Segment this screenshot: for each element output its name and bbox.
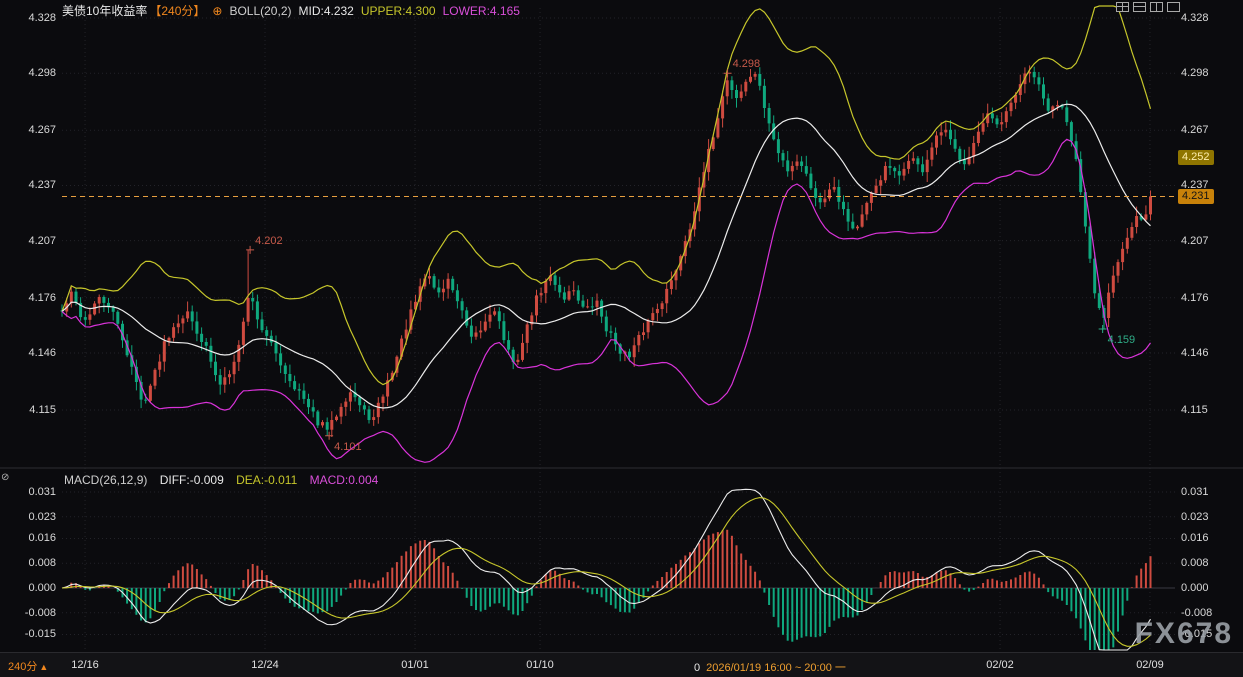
crosshair-time-text: 2026/01/19 16:00 ~ 20:00 一 [706, 662, 846, 674]
macd-histogram [62, 530, 1151, 650]
horizontal-split-icon[interactable] [1133, 2, 1146, 12]
axis-label: -0.015 [2, 628, 56, 640]
watermark: FX678 [1135, 617, 1233, 651]
axis-label: 0.016 [2, 532, 56, 544]
swing-annotation: 4.298 [733, 58, 761, 70]
axis-label: 0.008 [2, 557, 56, 569]
axis-label: 4.176 [2, 292, 56, 304]
axis-label: 0.031 [2, 486, 56, 498]
macd-indicator-name: MACD(26,12,9) [64, 473, 147, 487]
macd-diff-value: DIFF:-0.009 [160, 473, 224, 487]
reference-price-badge: 4.252 [1178, 150, 1214, 165]
macd-legend: MACD(26,12,9) DIFF:-0.009 DEA:-0.011 MAC… [64, 473, 387, 487]
boll-indicator-name: BOLL(20,2) [229, 4, 291, 18]
x-axis-tick: 02/02 [986, 659, 1014, 671]
crosshair-prefix: 0 [694, 662, 700, 674]
axis-label: 4.298 [2, 67, 56, 79]
chart-legend: 美债10年收益率 【240分】 ⊕ BOLL(20,2) MID:4.232 U… [62, 2, 527, 19]
expand-icon[interactable]: ⊕ [212, 4, 222, 18]
swing-annotation: 4.101 [334, 441, 362, 453]
x-axis-tick: 01/10 [526, 659, 554, 671]
instrument-title: 美债10年收益率 [62, 2, 147, 19]
x-axis-tick: 12/24 [251, 659, 279, 671]
chart-canvas[interactable]: 4.202 4.101 4.298 4.159 [0, 0, 1243, 677]
candles [61, 65, 1153, 437]
gridlines [0, 8, 1243, 650]
axis-label: 0.016 [1181, 532, 1239, 544]
x-axis-tick: 02/09 [1136, 659, 1164, 671]
axis-label: 0.023 [2, 511, 56, 523]
axis-label: 0.008 [1181, 557, 1239, 569]
axis-label: 4.267 [2, 124, 56, 136]
axis-label: 4.115 [2, 404, 56, 416]
swing-annotation: 4.202 [255, 235, 283, 247]
single-pane-icon[interactable] [1167, 2, 1180, 12]
axis-label: 4.207 [1181, 235, 1239, 247]
axis-label: 4.298 [1181, 67, 1239, 79]
indicator-lines [62, 6, 1175, 650]
axis-label: 4.328 [1181, 12, 1239, 24]
x-axis-tick: 12/16 [71, 659, 99, 671]
axis-label: -0.008 [2, 607, 56, 619]
axis-label: 4.146 [1181, 347, 1239, 359]
time-axis-bar: 240分▲ 12/16 12/24 01/01 01/10 02/02 02/09 0 20… [0, 652, 1243, 677]
macd-macd-value: MACD:0.004 [310, 473, 379, 487]
axis-label: 0.000 [1181, 582, 1239, 594]
vertical-split-icon[interactable] [1150, 2, 1163, 12]
pane-divider-icon[interactable]: ⊘ [1, 472, 9, 483]
axis-label: 0.000 [2, 582, 56, 594]
macd-dea-value: DEA:-0.011 [236, 473, 297, 487]
boll-upper-value: UPPER:4.300 [361, 4, 436, 18]
crosshair-time-label: 0 2026/01/19 16:00 ~ 20:00 一 [694, 659, 846, 675]
chart-window: 4.202 4.101 4.298 4.159 美债10年收益率 【240分】 ⊕ B… [0, 0, 1243, 677]
x-axis-tick: 01/01 [401, 659, 429, 671]
axis-label: 4.267 [1181, 124, 1239, 136]
axis-label: 4.176 [1181, 292, 1239, 304]
axis-label: 0.031 [1181, 486, 1239, 498]
boll-mid-value: MID:4.232 [299, 4, 354, 18]
window-controls [1116, 2, 1180, 12]
timeframe-selector[interactable]: 240分▲ [8, 658, 48, 674]
boll-lower-value: LOWER:4.165 [443, 4, 520, 18]
axis-label: 4.207 [2, 235, 56, 247]
axis-label: 4.115 [1181, 404, 1239, 416]
timeframe-label: 【240分】 [149, 2, 205, 19]
axis-label: 4.237 [2, 179, 56, 191]
grid-layout-icon[interactable] [1116, 2, 1129, 12]
swing-annotation: 4.159 [1108, 334, 1136, 346]
up-arrow-icon: ▲ [39, 662, 48, 672]
axis-label: 0.023 [1181, 511, 1239, 523]
last-price-badge: 4.231 [1178, 189, 1214, 204]
timeframe-selector-label: 240分 [8, 661, 37, 673]
axis-label: 4.146 [2, 347, 56, 359]
axis-label: 4.328 [2, 12, 56, 24]
